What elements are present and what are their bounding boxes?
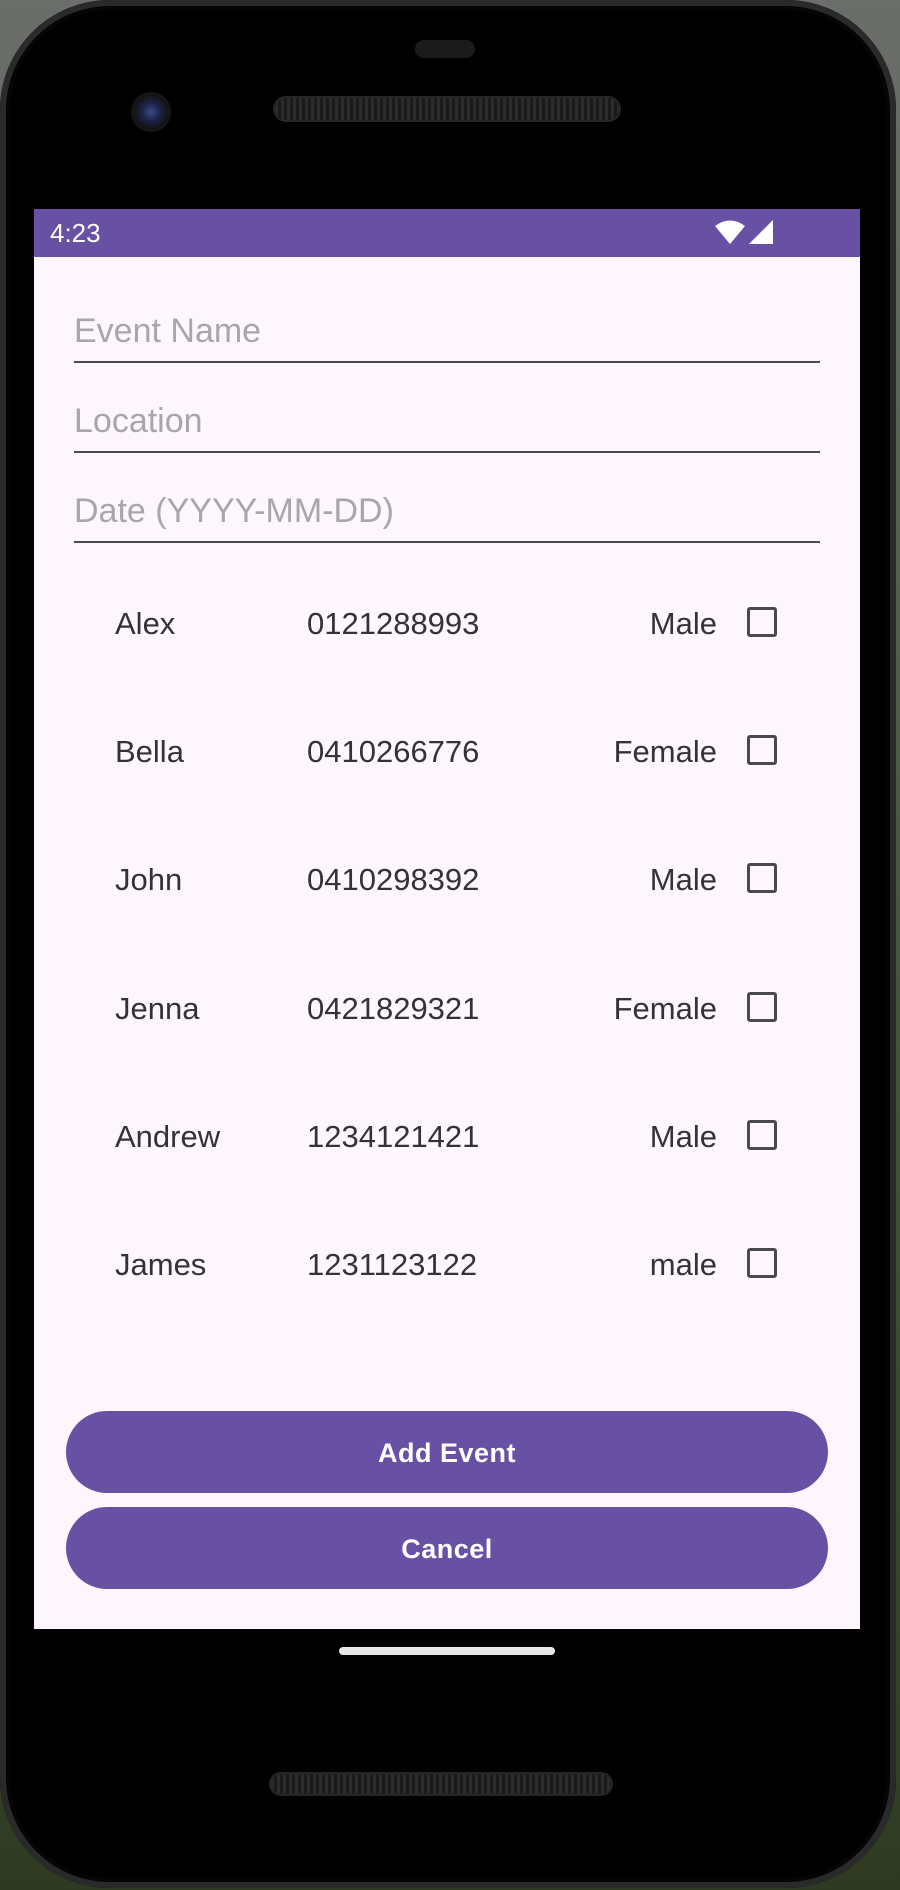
contact-gender: Male [649,1119,717,1154]
contact-phone: 0421829321 [307,991,480,1026]
contact-row: John 0410298392 Male [34,850,860,910]
status-time: 4:23 [50,218,101,248]
sensor-pill [415,40,475,58]
date-input[interactable] [74,491,820,531]
front-camera-icon [131,92,171,132]
earpiece-speaker [275,98,619,120]
location-input[interactable] [74,401,820,441]
contact-row: Andrew 1234121421 Male [34,1107,860,1167]
contact-row: Jenna 0421829321 Female [34,979,860,1039]
contact-checkbox[interactable] [747,735,777,765]
contact-row: Bella 0410266776 Female [34,722,860,782]
bottom-speaker [271,1774,611,1794]
contact-name: Bella [115,734,184,769]
status-bar: 4:23 [34,209,860,257]
event-name-field[interactable] [74,301,820,363]
signal-icon [749,220,773,244]
wifi-icon [715,220,745,244]
contact-gender: Female [613,734,717,769]
add-event-button[interactable]: Add Event [66,1411,828,1493]
contact-name: Jenna [115,991,200,1026]
contact-checkbox[interactable] [747,607,777,637]
contact-row: James 1231123122 male [34,1235,860,1295]
contact-gender: Female [613,991,717,1026]
contact-checkbox[interactable] [747,992,777,1022]
contact-phone: 1231123122 [307,1247,478,1282]
app-screen: 4:23 Alex 0121288993 Male Bella 04102667… [34,209,860,1629]
contact-gender: male [649,1247,717,1282]
contact-gender: Male [649,862,717,897]
contact-checkbox[interactable] [747,1248,777,1278]
contact-checkbox[interactable] [747,863,777,893]
location-field[interactable] [74,391,820,453]
contact-name: John [115,862,183,897]
contact-phone: 1234121421 [307,1119,480,1154]
home-indicator[interactable] [339,1647,555,1655]
contact-phone: 0121288993 [307,606,480,641]
event-name-input[interactable] [74,311,820,351]
contact-name: Alex [115,606,176,641]
cancel-button[interactable]: Cancel [66,1507,828,1589]
contact-phone: 0410298392 [307,862,480,897]
contact-checkbox[interactable] [747,1120,777,1150]
contact-name: Andrew [115,1119,221,1154]
contact-phone: 0410266776 [307,734,480,769]
contact-gender: Male [649,606,717,641]
date-field[interactable] [74,481,820,543]
contact-row: Alex 0121288993 Male [34,594,860,654]
contact-name: James [115,1247,207,1282]
